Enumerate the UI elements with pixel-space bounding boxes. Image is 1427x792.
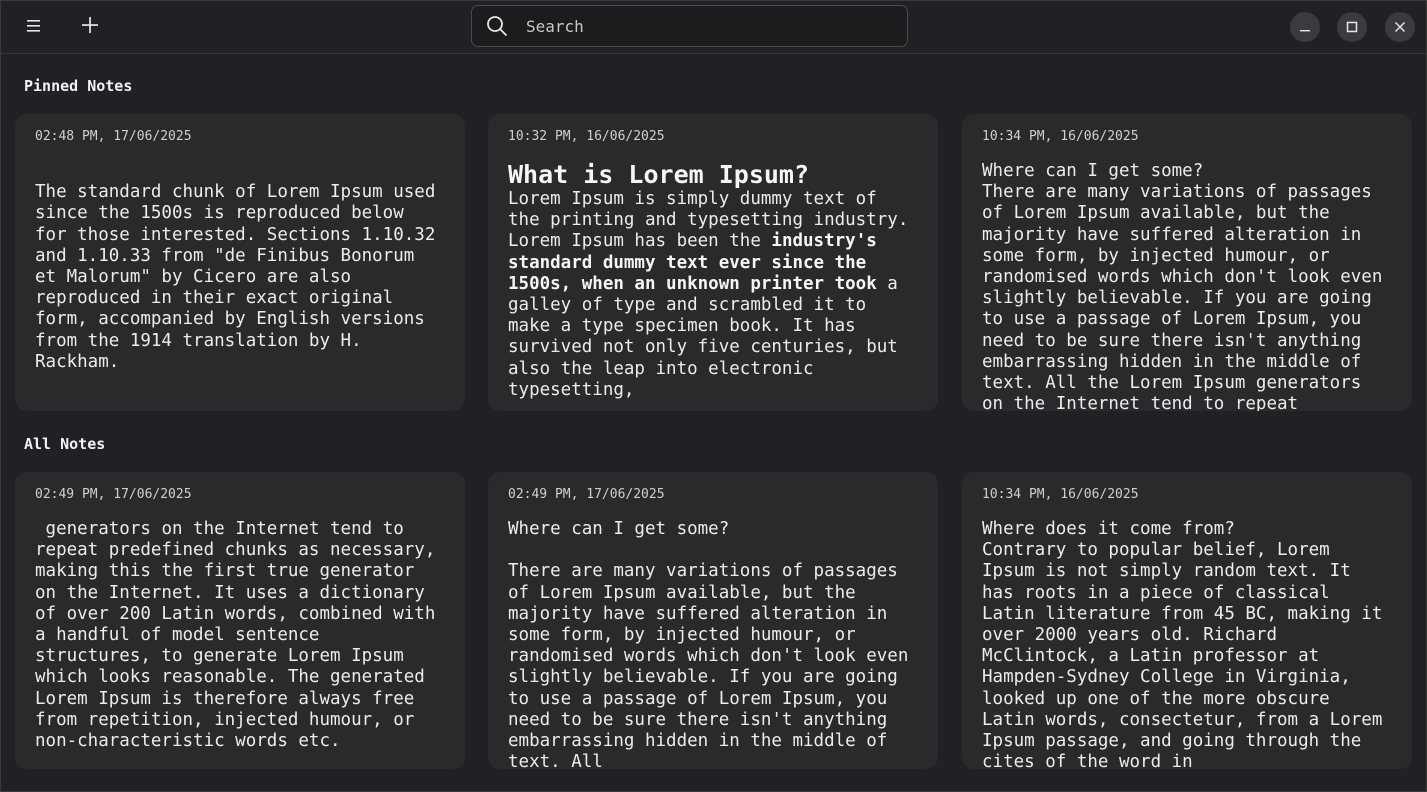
- note-card[interactable]: 02:49 PM, 17/06/2025 generators on the I…: [15, 472, 465, 769]
- menu-button[interactable]: [16, 9, 52, 45]
- note-body: The standard chunk of Lorem Ipsum used s…: [35, 182, 436, 372]
- maximize-button[interactable]: [1337, 12, 1367, 42]
- pinned-note-card[interactable]: 10:34 PM, 16/06/2025 Where can I get som…: [962, 114, 1412, 411]
- pinned-note-card[interactable]: 10:32 PM, 16/06/2025 What is Lorem Ipsum…: [488, 114, 938, 411]
- search-icon: [485, 14, 509, 38]
- pinned-note-card[interactable]: 02:48 PM, 17/06/2025 The standard chunk …: [15, 114, 465, 411]
- close-icon: [1394, 18, 1406, 37]
- search-input[interactable]: [526, 16, 907, 36]
- note-body: Where can I get some? There are many var…: [982, 161, 1383, 411]
- note-card[interactable]: 10:34 PM, 16/06/2025 Where does it come …: [962, 472, 1412, 769]
- pinned-notes-heading: Pinned Notes: [24, 77, 133, 95]
- note-date: 10:34 PM, 16/06/2025: [982, 487, 1139, 502]
- note-body: Where can I get some? There are many var…: [508, 519, 909, 769]
- note-card[interactable]: 02:49 PM, 17/06/2025 Where can I get som…: [488, 472, 938, 769]
- note-headline: What is Lorem Ipsum?: [508, 160, 810, 189]
- menu-icon: [26, 18, 42, 37]
- plus-icon: [81, 16, 99, 38]
- close-button[interactable]: [1385, 12, 1415, 42]
- minimize-button[interactable]: [1290, 12, 1320, 42]
- note-date: 10:32 PM, 16/06/2025: [508, 129, 665, 144]
- maximize-icon: [1346, 18, 1358, 37]
- note-date: 02:49 PM, 17/06/2025: [35, 487, 192, 502]
- note-body: generators on the Internet tend to repea…: [35, 519, 446, 752]
- search-bar[interactable]: [471, 5, 908, 47]
- top-bar: [1, 1, 1426, 54]
- note-date: 10:34 PM, 16/06/2025: [982, 129, 1139, 144]
- new-note-button[interactable]: [72, 9, 108, 45]
- note-body: Where does it come from? Contrary to pop…: [982, 519, 1383, 769]
- minimize-icon: [1299, 18, 1311, 37]
- note-date: 02:49 PM, 17/06/2025: [508, 487, 665, 502]
- notes-app-window: Pinned Notes 02:48 PM, 17/06/2025 The st…: [0, 0, 1427, 792]
- note-date: 02:48 PM, 17/06/2025: [35, 129, 192, 144]
- note-body: Lorem Ipsum is simply dummy text of the …: [508, 189, 918, 401]
- all-notes-heading: All Notes: [24, 435, 106, 453]
